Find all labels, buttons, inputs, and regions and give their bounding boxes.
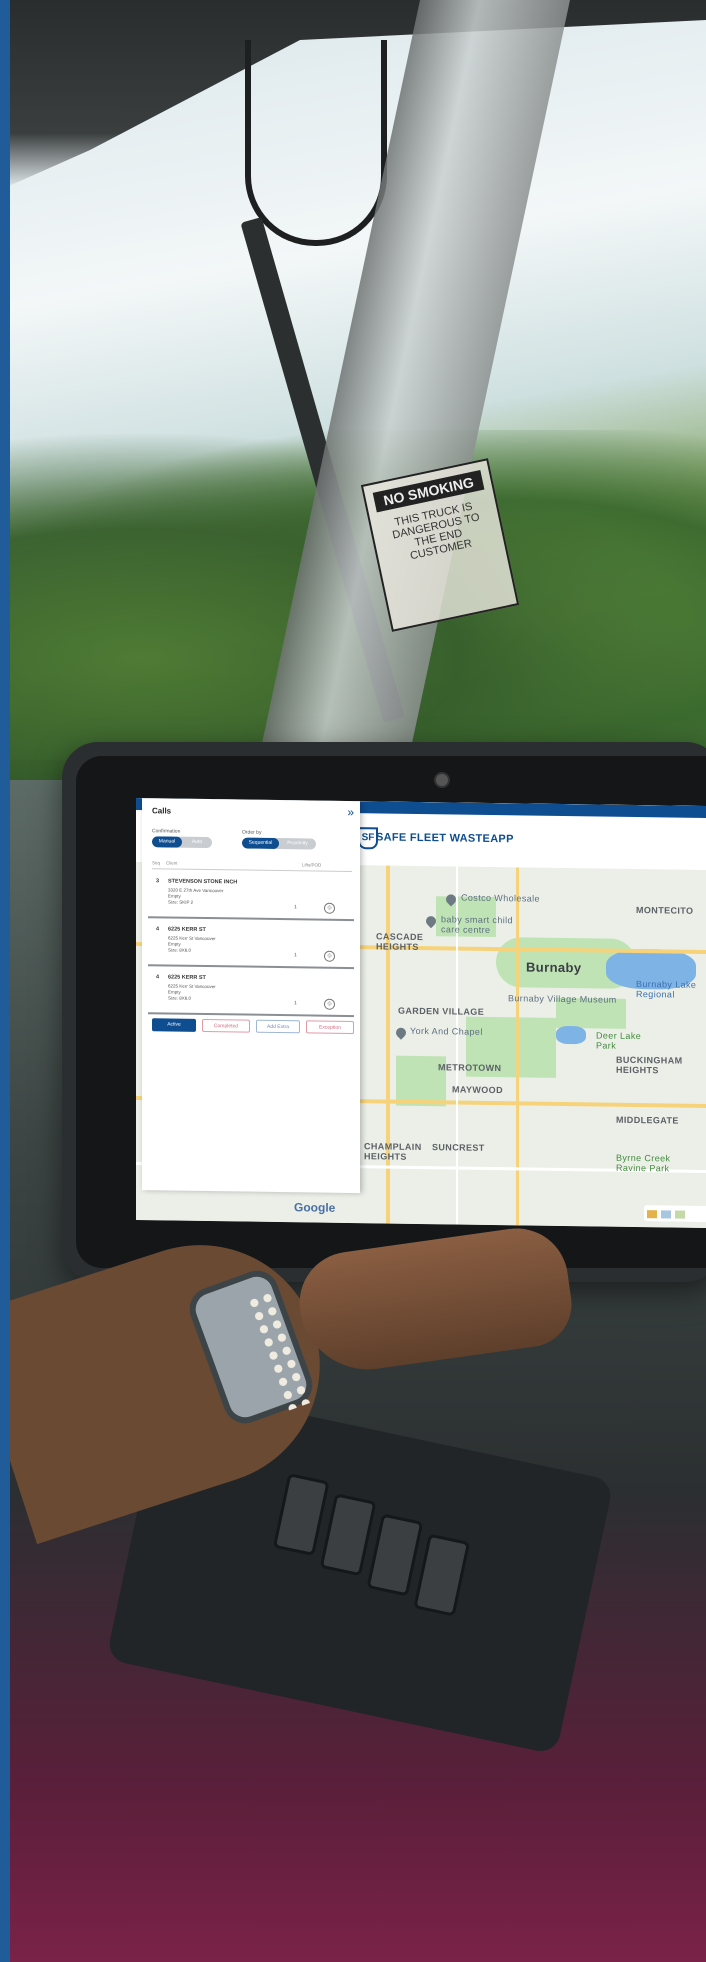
map-label: MIDDLEGATE: [616, 1114, 679, 1126]
map-label: Burnaby Lake Regional: [636, 979, 697, 1000]
call-seq: 4: [156, 974, 160, 981]
call-size: Size: SKIP 2: [168, 899, 194, 905]
map-label: Byrne Creek Ravine Park: [616, 1152, 671, 1174]
sticker-text: THIS TRUCK IS DANGEROUS TO THE END CUSTO…: [391, 500, 481, 563]
call-name: 6225 KERR ST: [168, 974, 206, 981]
map-label: Burnaby Village Museum: [508, 993, 617, 1005]
confirmation-option-manual[interactable]: Manual: [152, 836, 182, 848]
column-header: Seq: [152, 860, 161, 866]
map-label: MONTECITO: [636, 905, 694, 916]
grab-strap: [245, 40, 387, 246]
call-seq: 3: [156, 878, 160, 885]
confirmation-label: Confirmation: [152, 828, 181, 835]
panel-title: Calls: [152, 806, 172, 816]
order-by-toggle[interactable]: Sequential Proximity: [242, 837, 316, 850]
call-size: Size: 8X6.0: [168, 947, 192, 953]
map-label: SUNCREST: [432, 1142, 485, 1153]
order-option-proximity[interactable]: Proximity: [279, 838, 316, 850]
map-label: BUCKINGHAM HEIGHTS: [616, 1054, 683, 1076]
map-label: CASCADE HEIGHTS: [376, 931, 424, 952]
pegman-icon[interactable]: [647, 1210, 657, 1219]
call-size: Size: 8X6.0: [168, 995, 192, 1001]
layer-thumb-icon[interactable]: [661, 1210, 671, 1219]
photo-scene: NO SMOKING THIS TRUCK IS DANGEROUS TO TH…: [0, 0, 706, 1962]
call-details: 6225 Kerr St Vancouver Empty Size: 8X6.0: [168, 935, 288, 955]
rocker-switch[interactable]: [272, 1473, 330, 1557]
exception-button[interactable]: Exception: [306, 1020, 354, 1035]
camera-capture-icon[interactable]: ◎: [324, 998, 335, 1010]
map-label: MAYWOOD: [452, 1084, 503, 1096]
camera-capture-icon[interactable]: ◎: [324, 902, 335, 914]
tablet-screen: SF SAFE FLEET WASTEAPP Costco Wholesale: [136, 798, 706, 1228]
safe-fleet-logo-icon: SF: [358, 827, 378, 850]
road: [386, 865, 390, 1224]
rocker-switch[interactable]: [366, 1513, 424, 1597]
call-name: STEVENSON STONE INCH: [168, 878, 238, 886]
column-header: Lifts/POD: [302, 862, 322, 868]
map-label: METROTOWN: [438, 1062, 502, 1074]
map-label: Costco Wholesale: [461, 892, 540, 904]
brand-side-band: [0, 0, 10, 1962]
confirmation-option-auto[interactable]: Auto: [182, 837, 212, 848]
brand-name: SAFE FLEET WASTEAPP: [376, 831, 514, 846]
add-extra-button[interactable]: Add Extra: [256, 1019, 300, 1034]
camera-capture-icon[interactable]: ◎: [324, 950, 335, 962]
map-label: GARDEN VILLAGE: [398, 1005, 485, 1017]
map-label: York And Chapel: [410, 1025, 483, 1037]
poi-marker-icon[interactable]: [393, 1025, 409, 1040]
calls-panel: Calls » Confirmation Manual Auto Order b…: [142, 798, 360, 1194]
call-details: 3320 E 27th Ave Vancouver Empty Size: SK…: [168, 887, 288, 907]
camera-icon: [434, 772, 450, 788]
order-by-label: Order by: [242, 829, 262, 836]
active-button[interactable]: Active: [152, 1018, 196, 1032]
deer-lake: [556, 1025, 586, 1045]
map-label: Deer Lake Park: [596, 1030, 642, 1051]
completed-button[interactable]: Completed: [202, 1018, 250, 1033]
confirmation-toggle[interactable]: Manual Auto: [152, 836, 212, 849]
order-option-sequential[interactable]: Sequential: [242, 837, 279, 850]
rocker-switch[interactable]: [319, 1493, 377, 1577]
call-qty: 1: [294, 952, 297, 959]
google-attribution: Google: [294, 1200, 336, 1215]
call-qty: 1: [294, 1000, 297, 1007]
call-list-item[interactable]: 3 STEVENSON STONE INCH 3320 E 27th Ave V…: [148, 874, 354, 922]
call-details: 6225 Kerr St Vancouver Empty Size: 8X6.0: [168, 983, 288, 1003]
calls-table-header: Seq Client Lifts/POD: [152, 860, 352, 873]
map-label: baby smart child care centre: [441, 914, 513, 935]
rocker-switch[interactable]: [413, 1533, 471, 1617]
double-chevron-right-icon[interactable]: »: [347, 805, 354, 819]
layer-thumb-icon[interactable]: [675, 1210, 685, 1219]
map-layers-control[interactable]: [644, 1205, 706, 1223]
call-name: 6225 KERR ST: [168, 926, 206, 933]
call-list-item[interactable]: 4 6225 KERR ST 6225 Kerr St Vancouver Em…: [148, 922, 354, 970]
map-label: Burnaby: [526, 959, 582, 976]
column-header: Client: [166, 860, 178, 866]
map-label: CHAMPLAIN HEIGHTS: [364, 1141, 422, 1162]
call-qty: 1: [294, 904, 297, 911]
call-list-item[interactable]: 4 6225 KERR ST 6225 Kerr St Vancouver Em…: [148, 970, 354, 1018]
call-seq: 4: [156, 926, 160, 933]
